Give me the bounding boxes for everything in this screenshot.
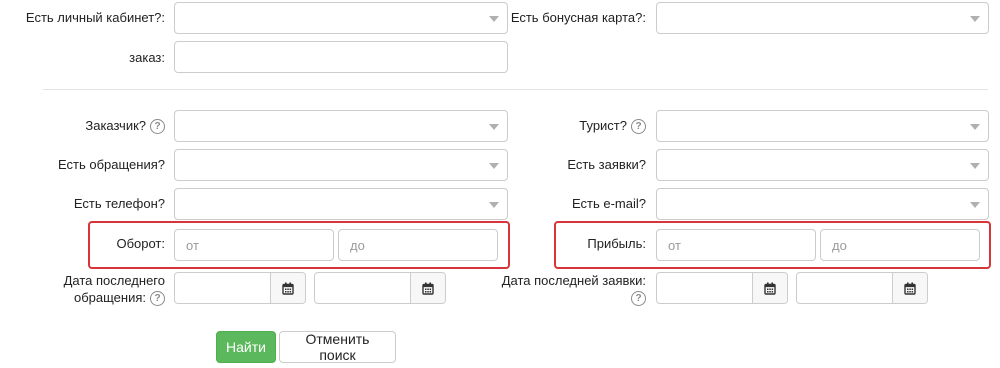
has-phone-select[interactable] bbox=[174, 188, 508, 220]
find-button[interactable]: Найти bbox=[216, 331, 276, 363]
chevron-down-icon bbox=[970, 16, 980, 22]
tourist-label-text: Турист? bbox=[579, 118, 627, 133]
last-request-date-to[interactable] bbox=[796, 272, 928, 304]
last-appeal-date-to-input[interactable] bbox=[315, 273, 421, 303]
last-request-date-from[interactable] bbox=[656, 272, 788, 304]
last-request-date-help: ? bbox=[480, 289, 646, 307]
has-requests-select[interactable] bbox=[656, 149, 989, 181]
last-appeal-date-to[interactable] bbox=[314, 272, 446, 304]
has-email-select[interactable] bbox=[656, 188, 989, 220]
has-phone-label: Есть телефон? bbox=[73, 196, 165, 211]
calendar-icon[interactable] bbox=[752, 273, 787, 303]
profit-from-input[interactable] bbox=[656, 229, 816, 261]
last-request-date-to-input[interactable] bbox=[797, 273, 903, 303]
calendar-icon[interactable] bbox=[270, 273, 305, 303]
has-email-label: Есть e-mail? bbox=[572, 196, 646, 211]
turnover-label: Оборот: bbox=[116, 236, 165, 251]
last-appeal-date-from-input[interactable] bbox=[175, 273, 281, 303]
personal-cabinet-label: Есть личный кабинет?: bbox=[25, 10, 165, 25]
last-appeal-date-from[interactable] bbox=[174, 272, 306, 304]
chevron-down-icon bbox=[970, 124, 980, 130]
order-label: заказ: bbox=[129, 50, 165, 65]
last-request-date-from-input[interactable] bbox=[657, 273, 763, 303]
bonus-card-select[interactable] bbox=[656, 2, 989, 34]
cancel-search-button[interactable]: Отменить поиск bbox=[279, 331, 396, 363]
profit-label: Прибыль: bbox=[587, 236, 646, 251]
has-requests-label: Есть заявки? bbox=[567, 157, 646, 172]
help-icon[interactable]: ? bbox=[631, 119, 646, 135]
last-appeal-date-label-line1: Дата последнего bbox=[63, 273, 165, 288]
last-appeal-date-label: Дата последнего обращения:? bbox=[0, 272, 165, 307]
customer-label-text: Заказчик? bbox=[85, 118, 146, 133]
has-appeals-label: Есть обращения? bbox=[58, 157, 165, 172]
turnover-to-input[interactable] bbox=[338, 229, 498, 261]
last-request-date-label-text: Дата последней заявки: bbox=[501, 273, 646, 288]
last-request-date-label: Дата последней заявки: ? bbox=[480, 272, 646, 307]
customer-select[interactable] bbox=[174, 110, 508, 142]
order-input[interactable] bbox=[174, 41, 508, 73]
personal-cabinet-select[interactable] bbox=[174, 2, 508, 34]
section-divider bbox=[43, 89, 988, 90]
help-icon[interactable]: ? bbox=[150, 291, 165, 307]
bonus-card-label: Есть бонусная карта?: bbox=[510, 10, 646, 25]
turnover-from-input[interactable] bbox=[174, 229, 334, 261]
last-appeal-date-label-line2: обращения:? bbox=[0, 289, 165, 307]
chevron-down-icon bbox=[970, 163, 980, 169]
has-appeals-select[interactable] bbox=[174, 149, 508, 181]
customer-label: Заказчик?? bbox=[0, 118, 165, 135]
calendar-icon[interactable] bbox=[410, 273, 445, 303]
tourist-label: Турист?? bbox=[480, 118, 646, 135]
help-icon[interactable]: ? bbox=[631, 291, 646, 307]
calendar-icon[interactable] bbox=[892, 273, 927, 303]
tourist-select[interactable] bbox=[656, 110, 989, 142]
last-appeal-date-label-line2-text: обращения: bbox=[73, 290, 146, 305]
chevron-down-icon bbox=[970, 202, 980, 208]
profit-to-input[interactable] bbox=[820, 229, 980, 261]
help-icon[interactable]: ? bbox=[150, 119, 165, 135]
